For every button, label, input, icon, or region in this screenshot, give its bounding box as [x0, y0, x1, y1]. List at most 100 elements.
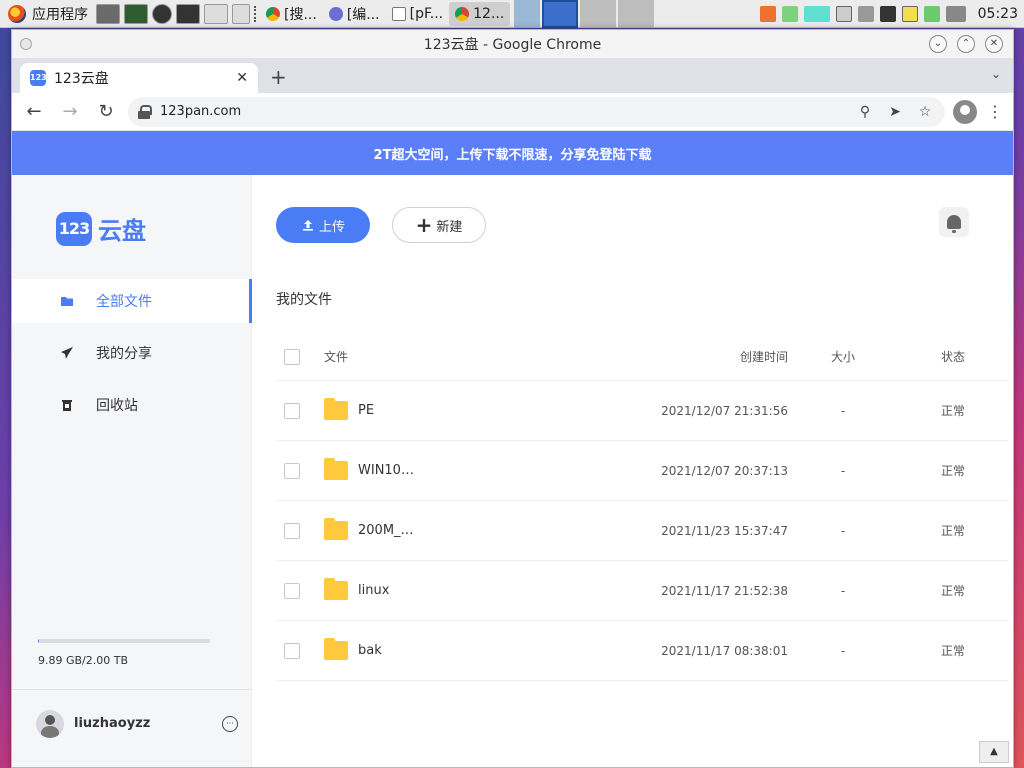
shuffle-icon[interactable] [781, 6, 798, 22]
media-player-icon[interactable] [152, 3, 172, 24]
table-row[interactable]: PE 2021/12/07 21:31:56 - 正常 [276, 381, 1008, 441]
window-menu-icon[interactable] [20, 38, 32, 50]
table-row[interactable]: 200M_… 2021/11/23 15:37:47 - 正常 [276, 501, 1008, 561]
task-pdf[interactable]: [pF... [386, 2, 450, 26]
lock-icon[interactable] [138, 104, 152, 119]
terminal-icon[interactable] [176, 3, 200, 24]
user-name[interactable]: liuzhaoyzz [74, 716, 212, 731]
brand-logo[interactable]: 123 云盘 [56, 211, 146, 246]
file-name[interactable]: PE [358, 403, 374, 418]
row-checkbox[interactable] [284, 402, 300, 419]
minimize-button[interactable]: ⌄ [929, 35, 947, 53]
col-header-time[interactable]: 创建时间 [596, 348, 788, 365]
upload-label: 上传 [318, 219, 345, 235]
tab-search-icon[interactable]: ⌄ [991, 67, 1001, 81]
battery-icon[interactable] [923, 6, 940, 22]
network-graph-icon[interactable] [803, 6, 830, 22]
app-menu-button[interactable]: 应用程序 [0, 0, 96, 28]
table-row[interactable]: linux 2021/11/17 21:52:38 - 正常 [276, 561, 1008, 621]
row-checkbox[interactable] [284, 642, 300, 659]
title-bar[interactable]: 123云盘 - Google Chrome ⌄ ⌃ ✕ [12, 30, 1013, 59]
file-size: - [840, 583, 846, 598]
file-name[interactable]: bak [358, 643, 382, 658]
workspace-1[interactable] [514, 0, 541, 28]
settings-icon[interactable] [204, 3, 228, 24]
sidebar-item-all-files[interactable]: 全部文件 [12, 279, 252, 323]
col-header-status[interactable]: 状态 [898, 348, 1008, 365]
file-name-cell[interactable]: linux [324, 578, 596, 600]
tab-title: 123云盘 [54, 71, 109, 87]
file-name-cell[interactable]: 200M_… [324, 518, 596, 540]
workspace-2[interactable] [542, 0, 579, 28]
task-editor[interactable]: [编... [323, 2, 386, 26]
workspace-4[interactable] [618, 0, 655, 28]
sidebar-item-label: 我的分享 [96, 346, 152, 362]
reload-button[interactable]: ↻ [92, 98, 120, 126]
sidebar-item-my-shares[interactable]: 我的分享 [12, 331, 252, 375]
row-checkbox[interactable] [284, 462, 300, 479]
file-name-cell[interactable]: bak [324, 638, 596, 660]
sidebar-nav: 全部文件 我的分享 回收站 [12, 279, 252, 435]
new-button[interactable]: + 新建 [392, 207, 486, 243]
keyboard-icon[interactable] [945, 6, 966, 22]
file-name-cell[interactable]: WIN10… [324, 458, 596, 480]
forward-button[interactable]: → [56, 98, 84, 126]
row-checkbox[interactable] [284, 582, 300, 599]
send-icon[interactable]: ➤ [885, 104, 905, 120]
brand-badge: 123 [56, 211, 92, 246]
col-header-name[interactable]: 文件 [324, 348, 596, 365]
table-header: 文件 创建时间 大小 状态 [276, 333, 1008, 381]
storage-progress-fill [38, 639, 39, 643]
maximize-button[interactable]: ⌃ [957, 35, 975, 53]
clipboard-icon[interactable] [879, 6, 896, 22]
sidebar-item-recycle-bin[interactable]: 回收站 [12, 383, 252, 427]
bookmark-star-icon[interactable]: ☆ [915, 104, 935, 120]
avatar[interactable] [36, 709, 64, 738]
back-button[interactable]: ← [20, 98, 48, 126]
upload-button[interactable]: 上传 [276, 207, 370, 243]
new-tab-button[interactable]: + [270, 67, 287, 87]
file-size: - [840, 403, 846, 418]
file-name-cell[interactable]: PE [324, 398, 596, 420]
task-search[interactable]: [搜... [260, 2, 323, 26]
fire-icon[interactable] [759, 6, 776, 22]
volume-icon[interactable] [857, 6, 874, 22]
col-header-size[interactable]: 大小 [788, 348, 898, 365]
scroll-up-button[interactable]: ▲ [979, 741, 1009, 763]
system-monitor-icon[interactable] [124, 3, 148, 24]
table-row[interactable]: bak 2021/11/17 08:38:01 - 正常 [276, 621, 1008, 681]
key-icon[interactable]: ⚲ [855, 104, 875, 120]
download-icon[interactable] [232, 3, 250, 24]
file-name[interactable]: 200M_… [358, 523, 414, 538]
select-all-cell [276, 348, 324, 365]
browser-menu-icon[interactable]: ⋮ [985, 102, 1005, 121]
tab-123pan[interactable]: 123 123云盘 ✕ [20, 63, 258, 93]
row-checkbox[interactable] [284, 522, 300, 539]
select-all-checkbox[interactable] [284, 348, 300, 365]
notifications-button[interactable] [939, 207, 969, 237]
storage-usage: 9.89 GB/2.00 TB [38, 639, 210, 668]
send-icon [60, 346, 74, 360]
file-status: 正常 [940, 584, 965, 598]
power-icon[interactable] [901, 6, 918, 22]
close-button[interactable]: ✕ [985, 35, 1003, 53]
window-switcher-icon[interactable] [96, 3, 120, 24]
network-icon[interactable] [835, 6, 852, 22]
task-chrome[interactable]: 12... [449, 1, 511, 26]
file-status: 正常 [940, 524, 965, 538]
clock[interactable]: 05:23 [978, 6, 1018, 22]
file-status: 正常 [940, 644, 965, 658]
profile-icon[interactable] [953, 99, 977, 124]
workspace-3[interactable] [580, 0, 617, 28]
folder-icon [324, 638, 348, 660]
file-name[interactable]: linux [358, 583, 389, 598]
more-options-button[interactable]: ··· [222, 715, 238, 732]
url-text[interactable]: 123pan.com [160, 104, 845, 119]
distro-logo-icon [8, 4, 26, 23]
app-menu-label: 应用程序 [32, 6, 88, 23]
address-bar[interactable]: 123pan.com ⚲ ➤ ☆ [128, 96, 945, 127]
tab-close-icon[interactable]: ✕ [236, 70, 248, 86]
app-page: 123 云盘 全部文件 我的分享 回收站 9.89 GB/2.00 TB liu… [12, 175, 1013, 767]
file-name[interactable]: WIN10… [358, 463, 414, 478]
table-row[interactable]: WIN10… 2021/12/07 20:37:13 - 正常 [276, 441, 1008, 501]
